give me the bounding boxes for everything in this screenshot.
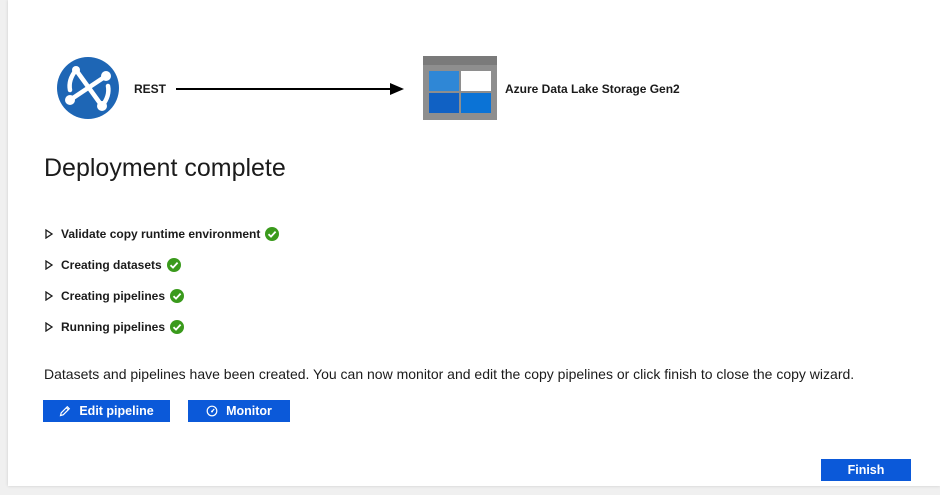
completion-message: Datasets and pipelines have been created… bbox=[44, 366, 855, 382]
success-check-icon bbox=[166, 257, 181, 272]
copy-wizard-panel: REST Azure Data Lake Storage Gen2 Deploy… bbox=[8, 0, 940, 486]
step-label: Running pipelines bbox=[61, 319, 165, 334]
finish-label: Finish bbox=[847, 463, 885, 477]
data-lake-storage-icon bbox=[423, 56, 497, 120]
success-check-icon bbox=[265, 226, 280, 241]
page-title: Deployment complete bbox=[44, 154, 286, 182]
monitor-label: Monitor bbox=[226, 404, 272, 418]
gauge-icon bbox=[206, 405, 218, 417]
step-running-pipelines[interactable]: Running pipelines bbox=[44, 311, 279, 342]
success-check-icon bbox=[170, 319, 184, 334]
step-creating-datasets[interactable]: Creating datasets bbox=[44, 249, 279, 280]
step-label: Validate copy runtime environment bbox=[61, 226, 261, 241]
monitor-button[interactable]: Monitor bbox=[188, 400, 290, 422]
step-label: Creating datasets bbox=[61, 257, 162, 272]
rest-api-icon bbox=[57, 57, 119, 119]
step-label: Creating pipelines bbox=[61, 288, 166, 303]
expand-caret-icon[interactable] bbox=[44, 228, 54, 239]
finish-button[interactable]: Finish bbox=[821, 459, 911, 481]
expand-caret-icon[interactable] bbox=[44, 259, 54, 270]
flow-arrow-icon bbox=[176, 83, 404, 95]
source-label: REST bbox=[134, 82, 167, 96]
deployment-steps: Validate copy runtime environment Creati… bbox=[44, 218, 280, 342]
step-validate-runtime[interactable]: Validate copy runtime environment bbox=[44, 218, 280, 249]
success-check-icon bbox=[170, 288, 185, 303]
edit-pipeline-label: Edit pipeline bbox=[79, 404, 154, 418]
copy-flow-diagram: REST Azure Data Lake Storage Gen2 bbox=[8, 0, 940, 140]
step-creating-pipelines[interactable]: Creating pipelines bbox=[44, 280, 279, 311]
pencil-icon bbox=[60, 405, 71, 417]
expand-caret-icon[interactable] bbox=[44, 321, 54, 332]
edit-pipeline-button[interactable]: Edit pipeline bbox=[43, 400, 170, 422]
expand-caret-icon[interactable] bbox=[44, 290, 54, 301]
destination-label: Azure Data Lake Storage Gen2 bbox=[505, 82, 680, 96]
